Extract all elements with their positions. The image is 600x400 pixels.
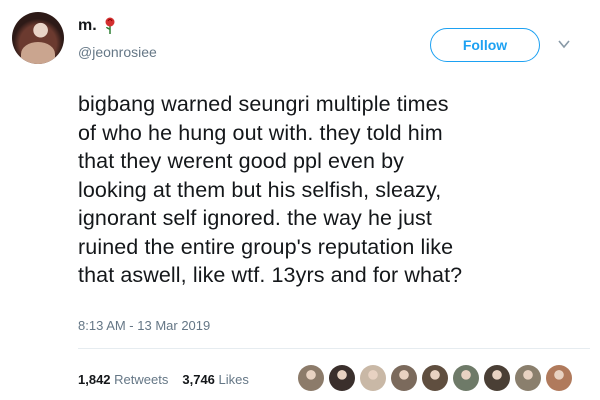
tweet-timestamp[interactable]: 8:13 AM - 13 Mar 2019 [78, 318, 210, 333]
rose-icon [105, 17, 115, 34]
retweets-stat[interactable]: 1,842 Retweets [78, 372, 168, 387]
liker-avatar[interactable] [484, 365, 510, 391]
liker-avatar[interactable] [360, 365, 386, 391]
likes-stat[interactable]: 3,746 Likes [182, 372, 249, 387]
tweet-line: that aswell, like wtf. 13yrs and for wha… [78, 263, 463, 287]
name-row: m. [78, 17, 117, 35]
tweet-text: bigbang warned seungri multiple times of… [78, 90, 588, 290]
liker-avatars [298, 365, 572, 391]
user-handle[interactable]: @jeonrosiee [78, 44, 157, 60]
divider [78, 348, 590, 349]
liker-avatar[interactable] [298, 365, 324, 391]
liker-avatar[interactable] [453, 365, 479, 391]
tweet-line: that they werent good ppl even by [78, 149, 405, 173]
retweets-label: Retweets [114, 372, 169, 387]
tweet-line: bigbang warned seungri multiple times [78, 92, 449, 116]
avatar[interactable] [12, 12, 64, 64]
liker-avatar[interactable] [391, 365, 417, 391]
tweet-stats: 1,842 Retweets 3,746 Likes [78, 372, 249, 387]
display-name[interactable]: m. [78, 17, 97, 35]
likes-label: Likes [218, 372, 249, 387]
liker-avatar[interactable] [422, 365, 448, 391]
retweets-count: 1,842 [78, 372, 111, 387]
tweet-line: ruined the entire group's reputation lik… [78, 234, 454, 259]
tweet-line: looking at them but his selfish, sleazy, [78, 177, 442, 202]
liker-avatar[interactable] [329, 365, 355, 391]
tweet-line: of who he hung out with. they told him [78, 120, 443, 145]
liker-avatar[interactable] [546, 365, 572, 391]
tweet-line: ignorant self ignored. the way he just [78, 206, 432, 230]
liker-avatar[interactable] [515, 365, 541, 391]
chevron-down-icon[interactable] [557, 37, 571, 51]
likes-count: 3,746 [182, 372, 215, 387]
follow-button[interactable]: Follow [430, 28, 540, 62]
